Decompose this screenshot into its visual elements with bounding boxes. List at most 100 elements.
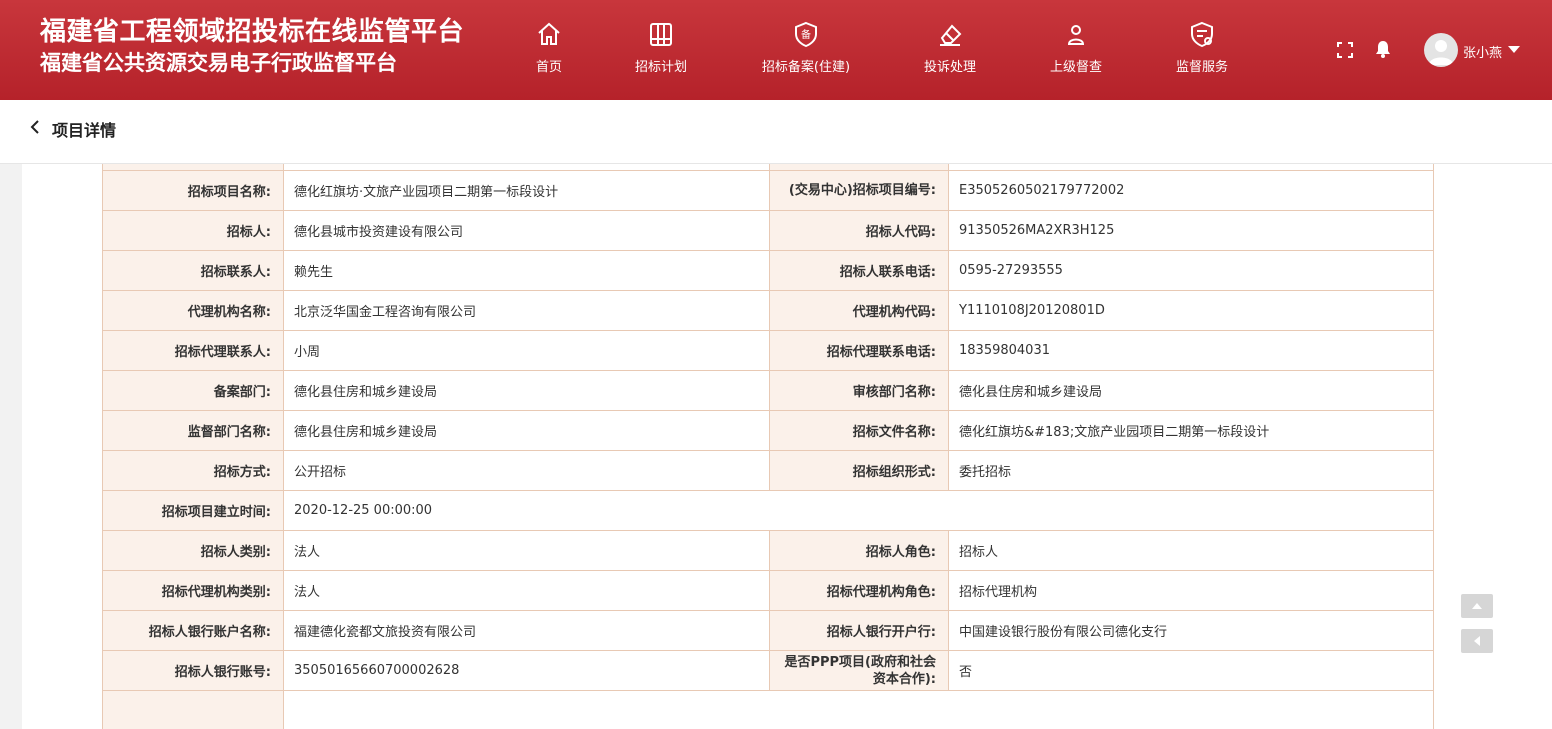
detail-value: 委托招标: [948, 450, 1434, 491]
detail-value: 18359804031: [948, 330, 1434, 371]
page-header: 项目详情: [0, 100, 1552, 164]
page-title: 项目详情: [52, 121, 117, 140]
table-row: 招标方式: 公开招标 招标组织形式: 委托招标: [102, 450, 1434, 491]
detail-value: 赖先生: [283, 250, 770, 291]
table-row: 招标项目名称: 德化红旗坊·文旅产业园项目二期第一标段设计 (交易中心)招标项目编号…: [102, 170, 1434, 211]
nav-bidding-plan-label: 招标计划: [634, 60, 687, 75]
platform-title: 福建省工程领域招投标在线监管平台: [40, 17, 465, 47]
detail-value: 福建德化瓷都文旅投资有限公司: [283, 610, 770, 651]
detail-label: 招标代理联系人:: [102, 330, 284, 371]
detail-label: 审核部门名称:: [769, 370, 949, 411]
detail-value: 北京泛华国金工程咨询有限公司: [283, 290, 770, 331]
detail-label: 招标代理联系电话:: [769, 330, 949, 371]
detail-value: 中国建设银行股份有限公司德化支行: [948, 610, 1434, 651]
detail-value: 德化红旗坊·文旅产业园项目二期第一标段设计: [283, 170, 770, 211]
eraser-icon: [940, 24, 962, 46]
detail-label: 代理机构代码:: [769, 290, 949, 331]
table-row: 招标人银行账号: 35050165660700002628 是否PPP项目(政府和社…: [102, 650, 1434, 691]
avatar[interactable]: [1424, 33, 1458, 67]
detail-label: 是否PPP项目(政府和社会资本合作):: [769, 650, 949, 691]
detail-value: 德化县住房和城乡建设局: [283, 410, 770, 451]
fullscreen-icon[interactable]: [1337, 42, 1353, 58]
detail-label: (交易中心)招标项目编号:: [769, 170, 949, 211]
project-detail-table: 招标项目名称: 德化红旗坊·文旅产业园项目二期第一标段设计 (交易中心)招标项目编号…: [102, 164, 1434, 729]
table-row: 监督部门名称: 德化县住房和城乡建设局 招标文件名称: 德化红旗坊&#183;文旅产业…: [102, 410, 1434, 451]
detail-value: 招标代理机构: [948, 570, 1434, 611]
person-icon: [1067, 25, 1085, 45]
detail-value: 0595-27293555: [948, 250, 1434, 291]
detail-value: 91350526MA2XR3H125: [948, 210, 1434, 251]
nav-bidding-record[interactable]: 备 招标备案(住建): [751, 20, 861, 75]
detail-value: 法人: [283, 530, 770, 571]
table-row: 招标代理联系人: 小周 招标代理联系电话: 18359804031: [102, 330, 1434, 371]
triangle-up-icon: [1472, 603, 1482, 609]
collapse-button[interactable]: [1461, 629, 1493, 653]
platform-brand[interactable]: 福建省工程领域招投标在线监管平台 福建省公共资源交易电子行政监督平台: [40, 16, 464, 78]
detail-value: 招标人: [948, 530, 1434, 571]
table-row: 代理机构名称: 北京泛华国金工程咨询有限公司 代理机构代码: Y1110108J201…: [102, 290, 1434, 331]
detail-label: 招标文件名称:: [769, 410, 949, 451]
table-row: [102, 690, 1434, 729]
service-shield-icon: [1191, 21, 1213, 48]
detail-label: 备案部门:: [102, 370, 284, 411]
detail-label: 招标组织形式:: [769, 450, 949, 491]
detail-panel: 招标项目名称: 德化红旗坊·文旅产业园项目二期第一标段设计 (交易中心)招标项目编号…: [22, 164, 1552, 729]
detail-value: [283, 690, 1434, 729]
table-row: 招标联系人: 赖先生 招标人联系电话: 0595-27293555: [102, 250, 1434, 291]
nav-bidding-record-label: 招标备案(住建): [761, 60, 851, 75]
detail-value: E3505260502179772002: [948, 170, 1434, 211]
detail-value: 德化红旗坊&#183;文旅产业园项目二期第一标段设计: [948, 410, 1434, 451]
detail-value: 小周: [283, 330, 770, 371]
detail-value: 德化县住房和城乡建设局: [283, 370, 770, 411]
svg-text:备: 备: [801, 28, 811, 41]
triangle-left-icon: [1474, 636, 1480, 646]
calendar-icon: [650, 23, 672, 46]
detail-label: 监督部门名称:: [102, 410, 284, 451]
detail-label: 招标代理机构类别:: [102, 570, 284, 611]
detail-label: 招标人联系电话:: [769, 250, 949, 291]
table-row: 招标人: 德化县城市投资建设有限公司 招标人代码: 91350526MA2XR3H12…: [102, 210, 1434, 251]
detail-label: 招标项目建立时间:: [102, 490, 284, 531]
detail-label: 代理机构名称:: [102, 290, 284, 331]
nav-superior-supervision[interactable]: 上级督查: [1021, 20, 1131, 75]
detail-value: 2020-12-25 00:00:00: [283, 490, 1434, 531]
back-arrow-icon[interactable]: [28, 118, 42, 136]
detail-label: 招标人代码:: [769, 210, 949, 251]
username[interactable]: 张小燕: [1463, 42, 1502, 61]
chevron-down-icon[interactable]: [1508, 46, 1520, 53]
nav-supervision-service[interactable]: 监督服务: [1147, 20, 1257, 75]
nav-bidding-plan[interactable]: 招标计划: [606, 20, 716, 75]
detail-label: 招标人银行开户行:: [769, 610, 949, 651]
table-row: 备案部门: 德化县住房和城乡建设局 审核部门名称: 德化县住房和城乡建设局: [102, 370, 1434, 411]
detail-value: 法人: [283, 570, 770, 611]
platform-subtitle: 福建省公共资源交易电子行政监督平台: [40, 51, 397, 75]
detail-label: 招标方式:: [102, 450, 284, 491]
record-shield-icon: 备: [795, 21, 817, 48]
scroll-top-button[interactable]: [1461, 594, 1493, 618]
table-row: 招标项目建立时间: 2020-12-25 00:00:00: [102, 490, 1434, 531]
detail-value: 德化县住房和城乡建设局: [948, 370, 1434, 411]
nav-home[interactable]: 首页: [494, 20, 604, 75]
detail-value: 公开招标: [283, 450, 770, 491]
detail-label: 招标项目名称:: [102, 170, 284, 211]
user-avatar-icon: [1429, 40, 1453, 65]
detail-value: 否: [948, 650, 1434, 691]
detail-label: 招标人银行账户名称:: [102, 610, 284, 651]
home-icon: [538, 22, 560, 45]
detail-value: 35050165660700002628: [283, 650, 770, 691]
detail-label: 招标人:: [102, 210, 284, 251]
table-row: 招标人银行账户名称: 福建德化瓷都文旅投资有限公司 招标人银行开户行: 中国建设银行股…: [102, 610, 1434, 651]
nav-superior-supervision-label: 上级督查: [1049, 60, 1102, 75]
nav-supervision-service-label: 监督服务: [1175, 60, 1228, 75]
detail-label: 招标人类别:: [102, 530, 284, 571]
table-row: 招标人类别: 法人 招标人角色: 招标人: [102, 530, 1434, 571]
detail-value: Y1110108J20120801D: [948, 290, 1434, 331]
detail-label: 招标人银行账号:: [102, 650, 284, 691]
detail-label: 招标代理机构角色:: [769, 570, 949, 611]
detail-value: 德化县城市投资建设有限公司: [283, 210, 770, 251]
nav-complaint[interactable]: 投诉处理: [895, 20, 1005, 75]
detail-label: 招标联系人:: [102, 250, 284, 291]
top-header: 福建省工程领域招投标在线监管平台 福建省公共资源交易电子行政监督平台 首页 招标…: [0, 0, 1552, 100]
detail-label: 招标人角色:: [769, 530, 949, 571]
bell-icon[interactable]: [1374, 40, 1392, 58]
